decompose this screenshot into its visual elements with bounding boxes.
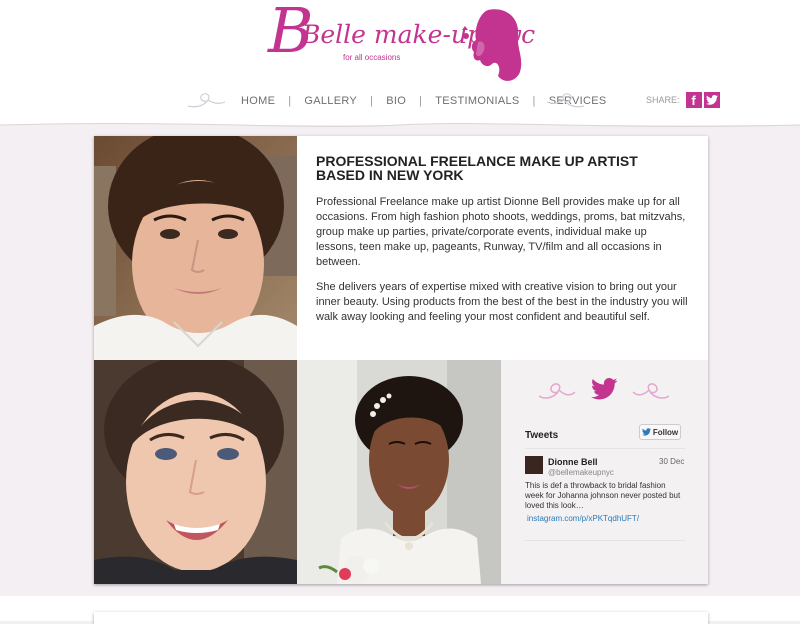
tweet-author-name[interactable]: Dionne Bell (548, 457, 598, 467)
nav-item-testimonials[interactable]: TESTIMONIALS (435, 95, 519, 107)
intro-paragraph-1: Professional Freelance make up artist Di… (316, 196, 686, 268)
tweet-link[interactable]: instagram.com/p/xPKTqdhUFT/ (527, 514, 639, 523)
twitter-icon (641, 428, 651, 436)
main-nav: HOME | GALLERY | BIO | TESTIMONIALS | SE… (186, 88, 606, 114)
twitter-icon[interactable] (703, 92, 720, 108)
follow-button[interactable]: Follow (639, 424, 681, 440)
nav-item-home[interactable]: HOME (241, 95, 275, 107)
divider (525, 540, 685, 541)
site-header: B Belle make-up nyc for all occasions HO… (0, 0, 800, 125)
nav-separator: | (532, 95, 536, 107)
tweet-author-handle[interactable]: @bellemakeupnyc (548, 468, 614, 477)
share-label: SHARE: (646, 95, 680, 105)
tweets-heading: Tweets (525, 430, 559, 441)
nav-separator: | (370, 95, 374, 107)
left-swirl-ornament (187, 93, 226, 108)
nav-separator: | (419, 95, 423, 107)
brand-logo[interactable]: B Belle make-up nyc for all occasions (268, 0, 535, 88)
nav-item-bio[interactable]: BIO (386, 95, 406, 107)
share-bar: SHARE: f (646, 92, 720, 108)
intro-paragraph-2: She delivers years of expertise mixed wi… (316, 281, 688, 323)
portrait-photo-1 (94, 136, 297, 360)
next-section-card (94, 612, 708, 624)
follow-label: Follow (652, 427, 679, 437)
intro-text: PROFESSIONAL FREELANCE MAKE UP ARTIST BA… (316, 154, 688, 335)
nav-item-gallery[interactable]: GALLERY (304, 95, 357, 107)
twitter-bird-ornament-icon (538, 378, 670, 400)
page-title: PROFESSIONAL FREELANCE MAKE UP ARTIST BA… (316, 153, 638, 183)
tweet-text: This is def a throwback to bridal fashio… (525, 481, 681, 510)
intro-card: PROFESSIONAL FREELANCE MAKE UP ARTIST BA… (94, 136, 708, 584)
facebook-icon[interactable]: f (685, 92, 702, 108)
nav-separator: | (288, 95, 292, 107)
header-wave-divider (0, 123, 800, 134)
logo-tagline: for all occasions (343, 53, 401, 62)
twitter-widget: Tweets Follow Dionne Bell @bellemakeupny… (501, 360, 708, 584)
bride-photo (297, 360, 501, 584)
portrait-photo-2 (94, 360, 297, 584)
divider (525, 448, 685, 449)
avatar[interactable] (525, 456, 543, 474)
right-swirl-ornament (546, 93, 585, 108)
woman-silhouette-icon (462, 9, 522, 81)
tweet-date[interactable]: 30 Dec (659, 457, 684, 466)
